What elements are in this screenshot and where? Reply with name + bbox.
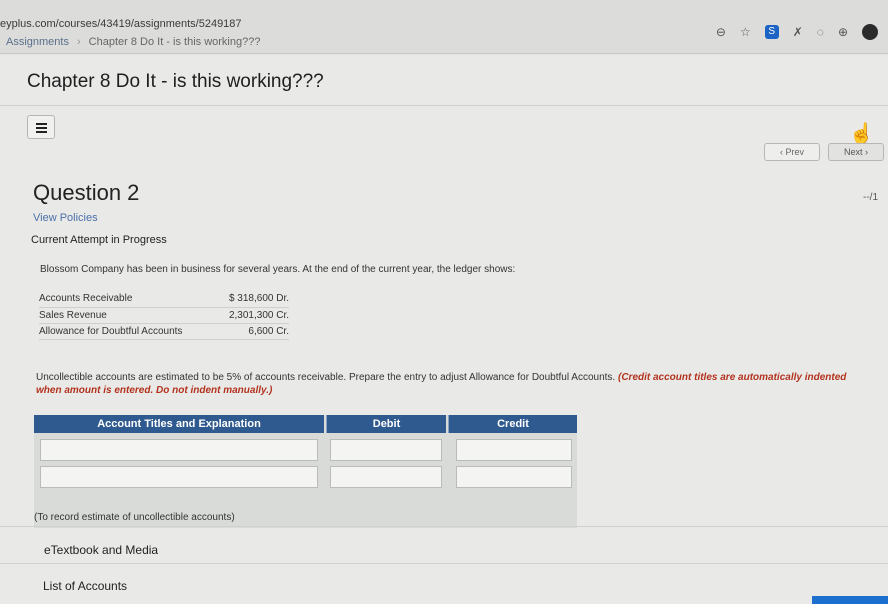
question-title: Question 2 [33, 180, 140, 205]
ledger-amount: $ 318,600 Dr. [217, 291, 289, 308]
ledger-account: Allowance for Doubtful Accounts [39, 323, 217, 340]
divider [0, 105, 888, 106]
extension-icon[interactable]: ◌ [817, 24, 824, 40]
credit-input[interactable] [456, 439, 572, 461]
attempt-status: Current Attempt in Progress [31, 234, 167, 246]
ledger-table: Accounts Receivable $ 318,600 Dr. Sales … [39, 291, 289, 340]
star-icon[interactable]: ☆ [740, 24, 751, 40]
debit-input[interactable] [330, 466, 442, 488]
ledger-amount: 6,600 Cr. [217, 323, 289, 340]
extension-icon[interactable]: ⊕ [838, 24, 848, 40]
journal-explanation: (To record estimate of uncollectible acc… [34, 508, 577, 528]
journal-entry-table: Account Titles and Explanation Debit Cre… [34, 415, 577, 508]
address-bar[interactable]: eyplus.com/courses/43419/assignments/524… [0, 18, 242, 30]
etextbook-link[interactable]: eTextbook and Media [44, 543, 158, 557]
hamburger-icon [36, 127, 47, 129]
ledger-amount: 2,301,300 Cr. [217, 307, 289, 324]
points-indicator: --/1 [863, 192, 878, 203]
assignment-page: Chapter 8 Do It - is this working??? ☝ ‹… [0, 55, 888, 604]
breadcrumb-assignments[interactable]: Assignments [6, 36, 69, 48]
page-title: Chapter 8 Do It - is this working??? [27, 71, 324, 92]
extension-icon[interactable]: ✗ [793, 24, 803, 40]
question-intro: Blossom Company has been in business for… [40, 264, 516, 275]
breadcrumb: Assignments › Chapter 8 Do It - is this wo… [6, 36, 260, 48]
column-header-credit: Credit [448, 415, 577, 433]
submit-button[interactable] [812, 596, 888, 604]
credit-input[interactable] [456, 466, 572, 488]
breadcrumb-current: Chapter 8 Do It - is this working??? [88, 36, 261, 48]
column-header-debit: Debit [326, 415, 446, 433]
ledger-account: Sales Revenue [39, 307, 217, 324]
divider [0, 526, 888, 527]
debit-input[interactable] [330, 439, 442, 461]
table-row: Accounts Receivable $ 318,600 Dr. [39, 291, 289, 308]
browser-extension-bar: ⊖ ☆ S ✗ ◌ ⊕ [716, 24, 878, 40]
hamburger-icon [36, 131, 47, 133]
list-of-accounts-link[interactable]: List of Accounts [43, 579, 127, 593]
table-row: Sales Revenue 2,301,300 Cr. [39, 307, 289, 324]
ledger-account: Accounts Receivable [39, 291, 217, 308]
extension-s-icon[interactable]: S [764, 25, 779, 39]
account-title-input[interactable] [40, 466, 318, 488]
table-row: Allowance for Doubtful Accounts 6,600 Cr… [39, 323, 289, 340]
account-title-input[interactable] [40, 439, 318, 461]
question-instruction: Uncollectible accounts are estimated to … [36, 371, 866, 397]
divider [0, 563, 888, 564]
next-button[interactable]: Next › [828, 143, 884, 161]
profile-icon[interactable] [862, 24, 878, 40]
hamburger-icon [36, 123, 47, 125]
view-policies-link[interactable]: View Policies [33, 212, 98, 224]
column-header-account: Account Titles and Explanation [34, 415, 324, 433]
instruction-text: Uncollectible accounts are estimated to … [36, 372, 616, 383]
hamburger-menu-button[interactable] [27, 115, 55, 139]
breadcrumb-separator: › [76, 36, 81, 48]
browser-toolbar: eyplus.com/courses/43419/assignments/524… [0, 0, 888, 54]
zoom-icon[interactable]: ⊖ [716, 24, 726, 40]
prev-button[interactable]: ‹ Prev [764, 143, 820, 161]
